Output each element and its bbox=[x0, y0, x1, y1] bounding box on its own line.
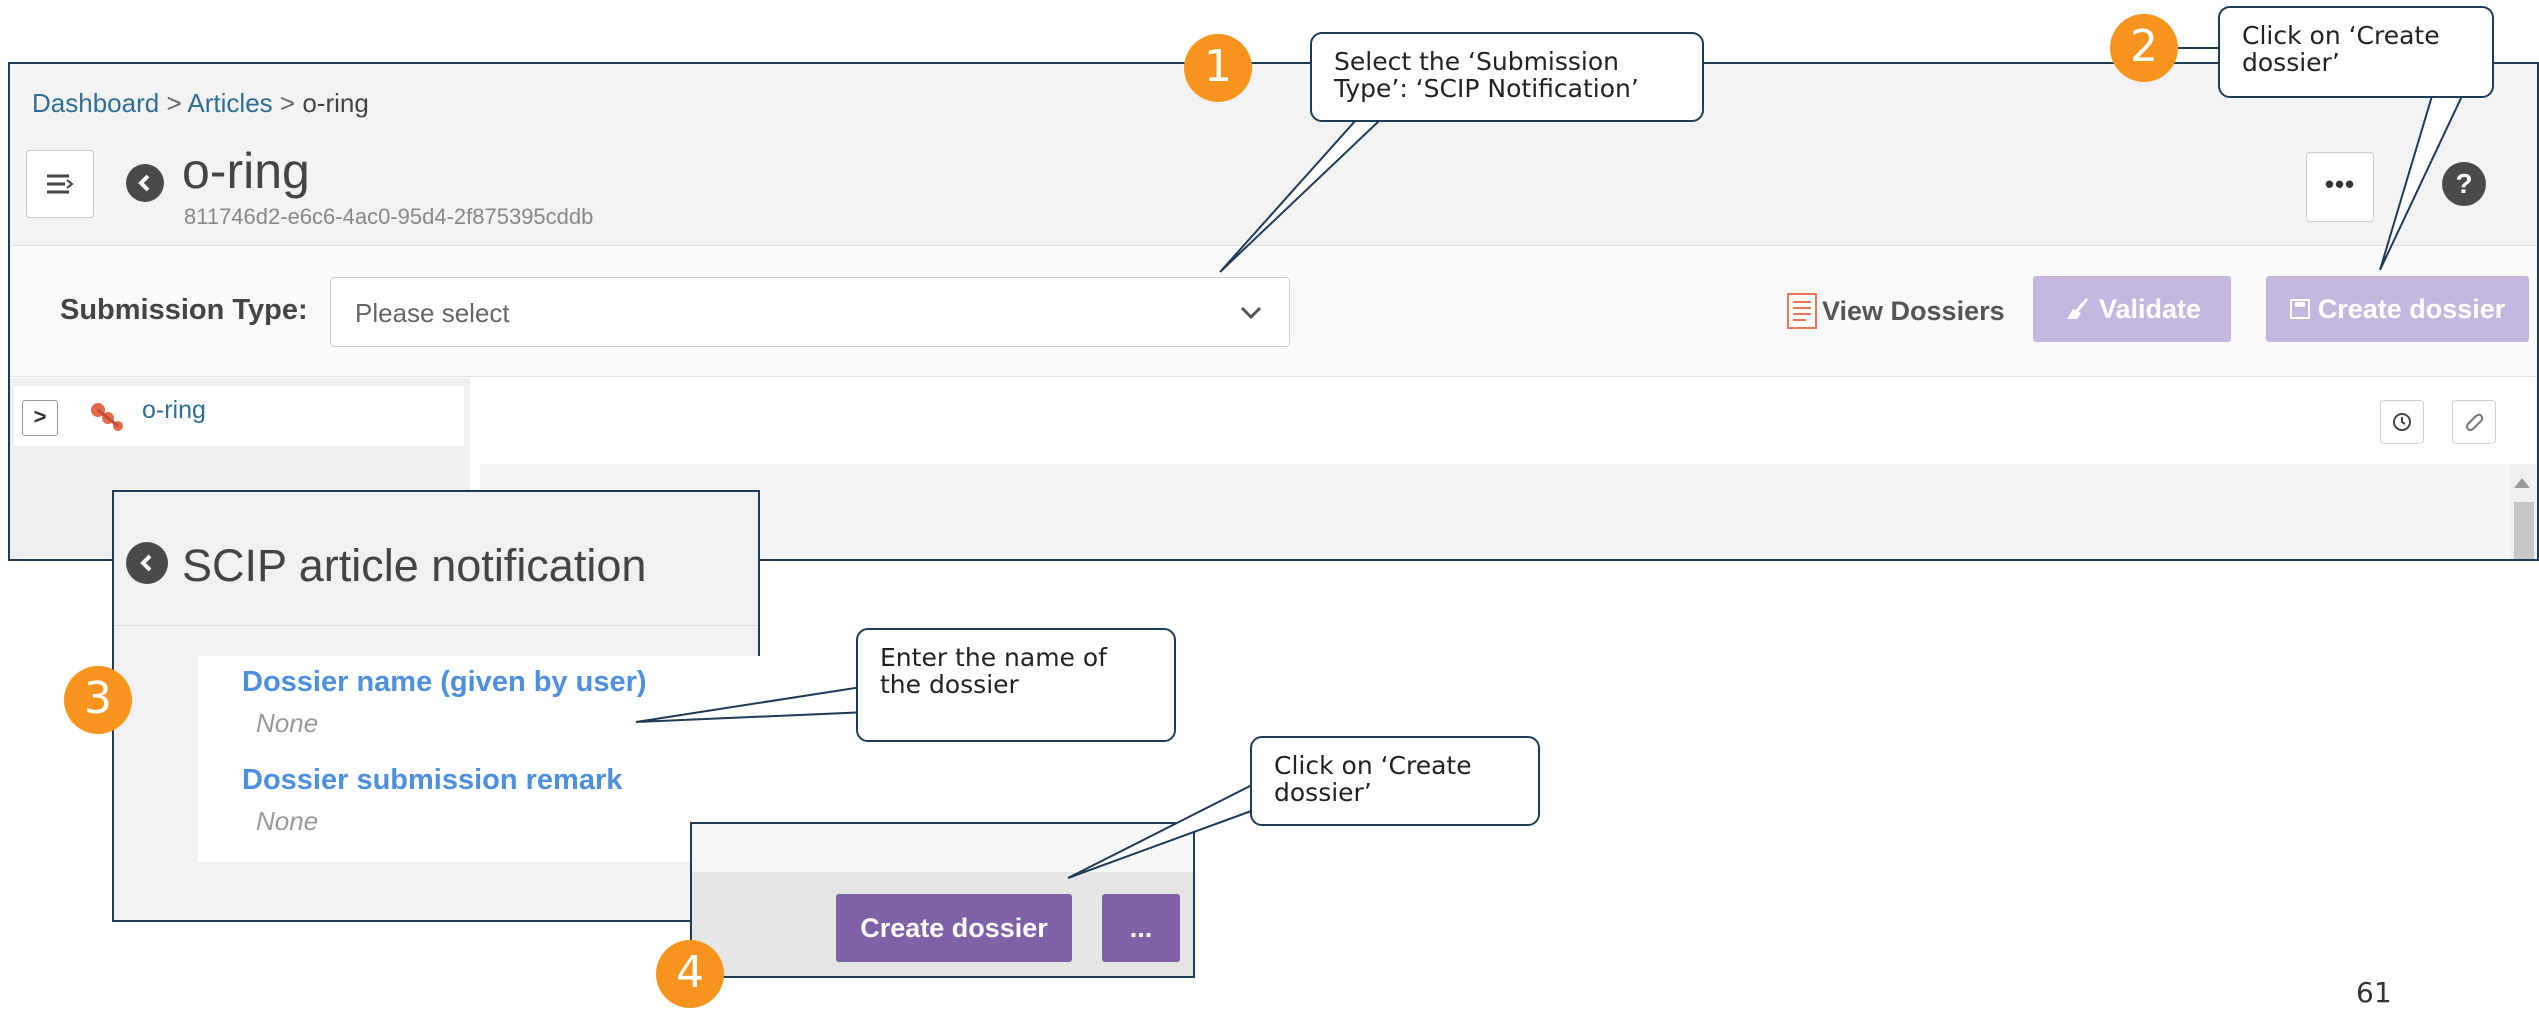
callout-2-tail bbox=[2379, 95, 2464, 271]
callout-3-tail bbox=[635, 684, 869, 723]
step-3-marker: 3 bbox=[64, 666, 132, 734]
callout-3: Enter the name of the dossier bbox=[856, 628, 1176, 742]
step-2-marker: 2 bbox=[2110, 14, 2178, 82]
callout-2: Click on ‘Create dossier’ bbox=[2218, 6, 2494, 98]
step-1-marker: 1 bbox=[1184, 34, 1252, 102]
page-number: 61 bbox=[2356, 976, 2392, 1009]
callout-1-tail bbox=[1219, 119, 1383, 273]
callout-4: Click on ‘Create dossier’ bbox=[1250, 736, 1540, 826]
callout-tails bbox=[635, 95, 2464, 879]
callout-4-tail bbox=[1067, 782, 1255, 879]
step-4-marker: 4 bbox=[656, 940, 724, 1008]
callout-1: Select the ‘Submission Type’: ‘SCIP Noti… bbox=[1310, 32, 1704, 122]
